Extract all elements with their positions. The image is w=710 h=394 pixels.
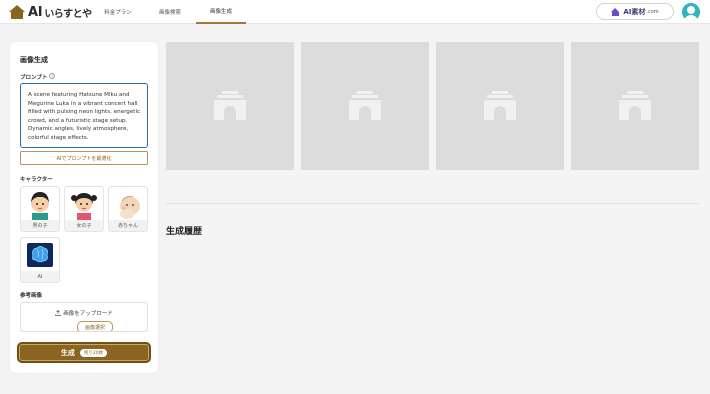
character-card-baby[interactable]: 赤ちゃん [108, 186, 148, 232]
generate-label: 生成 [60, 348, 75, 357]
logo-jp-text: いらすとや [44, 8, 92, 20]
image-placeholder-icon [483, 91, 517, 121]
image-placeholder-icon [618, 91, 652, 121]
image-placeholder-icon [348, 91, 382, 121]
ai-sozai-link[interactable]: AI素材 .com [596, 3, 674, 20]
image-placeholder [571, 42, 699, 170]
ai-sozai-label: AI素材 [623, 7, 646, 16]
section-divider [166, 203, 699, 204]
character-card-ai[interactable]: AI [20, 237, 60, 283]
boy-icon [31, 192, 49, 221]
generation-panel: 画像生成 プロンプト? A scene featuring Hatsune Mi… [10, 42, 158, 373]
optimize-prompt-button[interactable]: AIでプロンプトを最適化 [20, 151, 148, 165]
character-name: AI [21, 271, 59, 282]
image-placeholder [436, 42, 564, 170]
site-logo[interactable]: AI いらすとや [9, 3, 92, 21]
character-name: 女の子 [65, 220, 103, 231]
prompt-label: プロンプト? [20, 73, 56, 81]
upload-label: 画像をアップロード [21, 309, 147, 317]
history-title: 生成履歴 [166, 227, 203, 237]
prompt-textarea[interactable]: A scene featuring Hatsune Miku and Megur… [20, 83, 148, 148]
upload-label-text: 画像をアップロード [63, 311, 113, 317]
panel-title: 画像生成 [20, 56, 48, 64]
image-upload-area[interactable]: 画像をアップロード 画像選択 [20, 302, 148, 332]
ai-sozai-suffix: .com [646, 8, 659, 15]
nav-image-generate[interactable]: 画像生成 [196, 0, 246, 24]
image-placeholder-icon [213, 91, 247, 121]
nav-image-search[interactable]: 画像検索 [148, 0, 192, 24]
select-image-button[interactable]: 画像選択 [77, 321, 113, 331]
help-icon[interactable]: ? [49, 73, 56, 79]
character-card-boy[interactable]: 男の子 [20, 186, 60, 232]
prompt-label-text: プロンプト [20, 75, 48, 81]
image-placeholder [166, 42, 294, 170]
nav-pricing[interactable]: 料金プラン [96, 0, 140, 24]
ai-sozai-logo-icon [611, 7, 620, 16]
logo-ai-text: AI [28, 4, 43, 20]
upload-icon [55, 309, 62, 316]
generate-button[interactable]: 生成 残り20枚 [17, 342, 151, 363]
character-card-girl[interactable]: 女の子 [64, 186, 104, 232]
remaining-count-badge: 残り20枚 [79, 348, 108, 357]
reference-image-label: 参考画像 [20, 293, 43, 299]
character-label: キャラクター [20, 177, 53, 183]
character-name: 赤ちゃん [109, 220, 147, 231]
top-header: AI いらすとや 料金プラン 画像検索 画像生成 AI素材 .com [0, 0, 710, 24]
girl-icon [71, 193, 97, 221]
user-avatar-icon[interactable] [682, 3, 700, 21]
character-name: 男の子 [21, 220, 59, 231]
image-placeholder [301, 42, 429, 170]
logo-mark-icon [9, 4, 25, 20]
baby-icon [120, 196, 140, 219]
brain-icon [27, 243, 53, 267]
